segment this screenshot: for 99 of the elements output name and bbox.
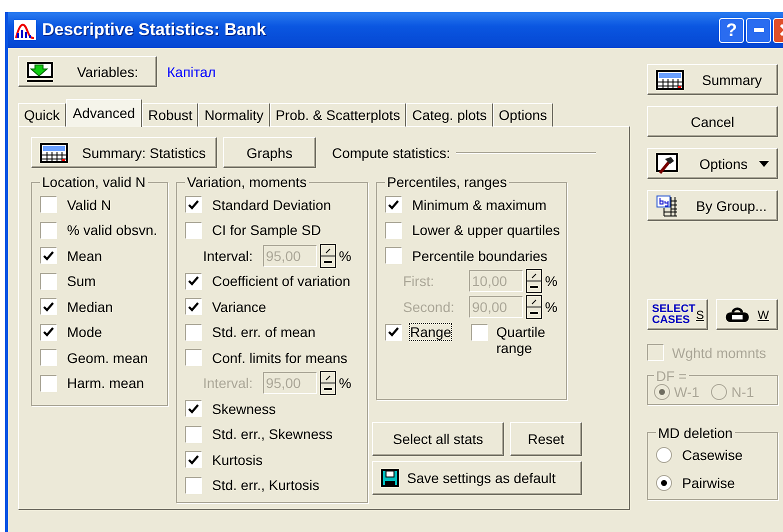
group-title: Location, valid N: [41, 174, 147, 190]
percent-sign: %: [545, 273, 558, 290]
checkbox-label: Skewness: [212, 400, 276, 417]
checkbox[interactable]: [40, 222, 57, 239]
checkbox[interactable]: [40, 324, 57, 341]
chart-icon: [14, 20, 36, 40]
checkbox-label: Percentile boundaries: [412, 248, 548, 264]
checkbox-label: CI for Sample SD: [212, 222, 321, 238]
radio-label: Pairwise: [682, 474, 735, 490]
group-title: DF =: [655, 368, 688, 384]
checkbox-label: Coefficient of variation: [212, 273, 350, 290]
checkbox[interactable]: [185, 400, 202, 418]
variables-button[interactable]: Variables:: [18, 56, 157, 87]
checkbox-label: Geom. mean: [67, 350, 148, 366]
spinner-icon[interactable]: [320, 244, 336, 268]
checkbox[interactable]: [385, 247, 402, 264]
checkbox[interactable]: [185, 426, 202, 443]
checkbox[interactable]: [385, 196, 402, 214]
tab[interactable]: Advanced: [66, 99, 142, 127]
checkbox[interactable]: [40, 349, 57, 366]
checkbox-label: Variance: [212, 298, 266, 315]
checkbox[interactable]: [185, 349, 202, 366]
download-arrow-icon: [27, 62, 53, 82]
dropdown-caret-icon: [759, 160, 769, 166]
checkbox[interactable]: [185, 324, 202, 341]
checkbox-label: Harm. mean: [67, 375, 144, 392]
field-label: Interval:: [203, 248, 253, 264]
select-all-stats-button[interactable]: Select all stats: [372, 422, 504, 456]
radio-label: Casewise: [682, 446, 743, 462]
checkbox[interactable]: [185, 476, 202, 494]
group-title: Percentiles, ranges: [386, 174, 508, 190]
checkbox-label: Std. err., Skewness: [212, 426, 333, 442]
tab[interactable]: Robust: [142, 103, 198, 127]
checkbox[interactable]: [185, 451, 202, 468]
checkbox[interactable]: [40, 374, 57, 392]
by-group-button[interactable]: By Group...: [647, 190, 778, 221]
field-label: Second:: [403, 298, 456, 315]
graphs-button[interactable]: Graphs: [223, 137, 316, 168]
checkbox-label: Lower & upper quartiles: [412, 222, 560, 238]
tab[interactable]: Categ. plots: [406, 103, 493, 127]
radio-label: N-1: [731, 384, 754, 400]
radio-label: W-1: [674, 384, 700, 400]
cancel-button[interactable]: Cancel: [647, 106, 778, 137]
checkbox-label: % valid obsvn.: [67, 222, 158, 238]
percent-sign: %: [338, 375, 352, 392]
field-label: Interval:: [203, 375, 253, 392]
group-title: Variation, moments: [186, 174, 308, 190]
save-default-button[interactable]: Save settings as default: [372, 461, 582, 495]
checkbox-label: Sum: [67, 273, 96, 290]
checkbox-label: Std. err. of mean: [212, 324, 316, 340]
checkbox[interactable]: [385, 324, 402, 340]
checkbox[interactable]: [185, 272, 202, 290]
variable-value: Капітал: [167, 64, 216, 80]
group-title: MD deletion: [657, 424, 734, 440]
checkbox[interactable]: [185, 298, 202, 316]
weight-icon: [725, 306, 750, 324]
checkbox[interactable]: [385, 222, 402, 239]
compute-statistics-label: Compute statistics:: [332, 144, 450, 160]
checkbox-label: Median: [67, 298, 113, 315]
radio-button[interactable]: [656, 474, 672, 490]
weights-button[interactable]: W: [716, 299, 778, 330]
checkbox-label: Range: [410, 324, 452, 340]
checkbox-label: Mean: [67, 248, 102, 264]
checkbox-label: Mode: [67, 324, 102, 340]
summary-button[interactable]: Summary: [647, 64, 778, 95]
grouped-table-icon: [656, 194, 678, 216]
field-label: First:: [403, 273, 436, 290]
tab[interactable]: Prob. & Scatterplots: [270, 103, 406, 127]
radio-button[interactable]: [656, 446, 672, 462]
checkbox-label: Valid N: [67, 196, 112, 213]
checkbox-label: Quartile range: [496, 324, 546, 356]
tab[interactable]: Quick: [18, 103, 66, 127]
percent-sign: %: [545, 298, 558, 315]
tab[interactable]: Normality: [198, 103, 270, 127]
options-button[interactable]: Options: [647, 148, 778, 179]
checkbox-label: Wghtd momnts: [672, 344, 766, 361]
minimize-button[interactable]: [746, 18, 771, 42]
table-icon: [656, 70, 684, 90]
checkbox[interactable]: [185, 196, 202, 214]
percent-sign: %: [338, 248, 352, 264]
checkbox-label: Standard Deviation: [212, 196, 332, 213]
checkbox-label: Conf. limits for means: [212, 350, 348, 366]
checkbox[interactable]: [185, 222, 202, 239]
hammer-icon: [656, 152, 678, 174]
checkbox[interactable]: [40, 247, 57, 264]
checkbox-label: Std. err., Kurtosis: [212, 477, 320, 494]
checkbox[interactable]: [40, 298, 57, 316]
checkbox-label: Kurtosis: [212, 452, 263, 468]
table-icon: [40, 142, 68, 162]
window-title: Descriptive Statistics: Bank: [42, 20, 267, 40]
checkbox[interactable]: [40, 196, 57, 214]
checkbox[interactable]: [471, 324, 488, 340]
summary-statistics-button[interactable]: Summary: Statistics: [31, 137, 217, 168]
reset-button[interactable]: Reset: [510, 422, 582, 456]
checkbox-label: Minimum & maximum: [412, 196, 547, 213]
minimize-icon: [754, 28, 764, 32]
checkbox[interactable]: [40, 272, 57, 290]
help-button[interactable]: ?: [719, 18, 744, 42]
tab[interactable]: Options: [492, 103, 554, 127]
